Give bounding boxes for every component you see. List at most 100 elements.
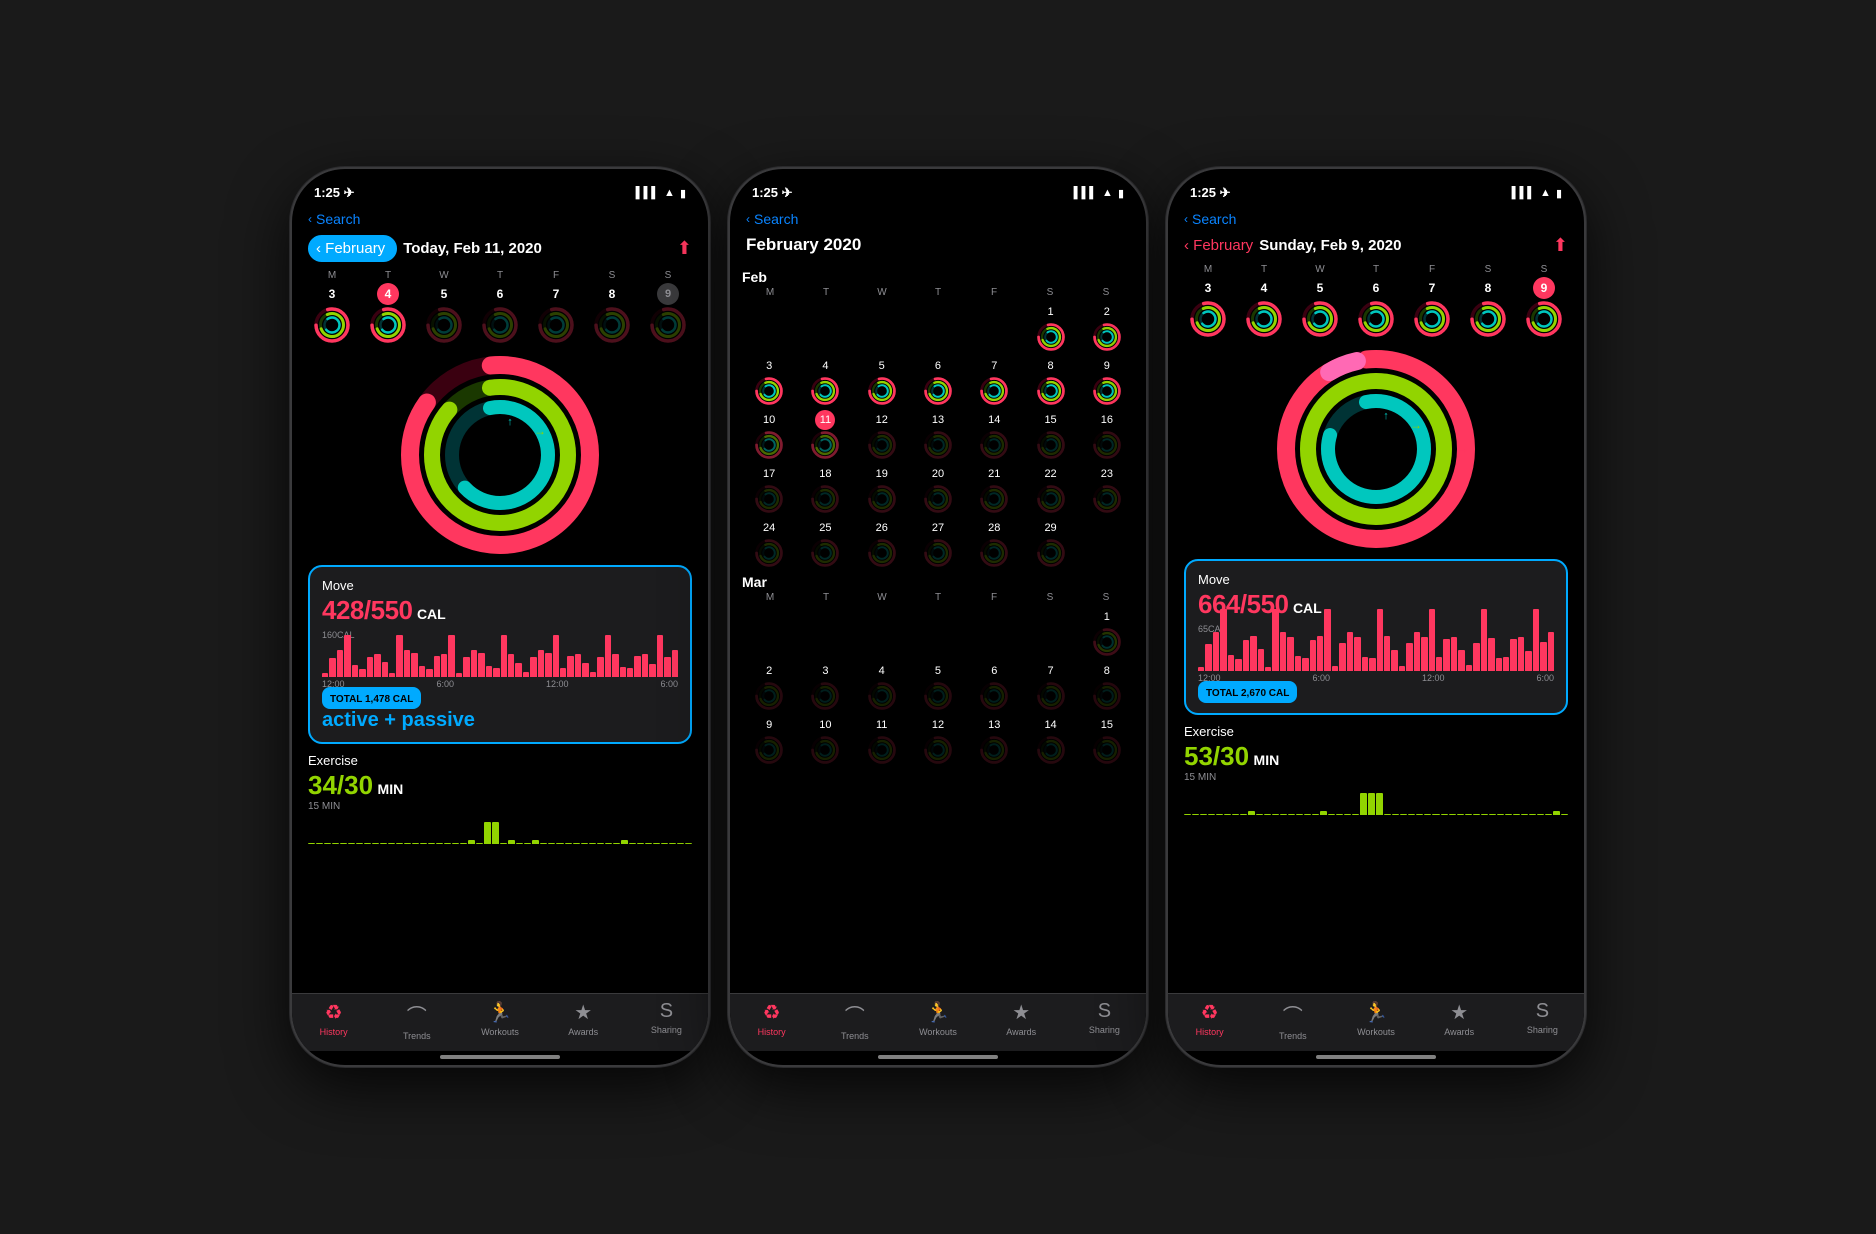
cal-cell[interactable]: 11: [798, 410, 852, 462]
cal-cell[interactable]: 2: [1080, 302, 1134, 354]
cal-cell[interactable]: 27: [911, 518, 965, 570]
tab-trends[interactable]: ⌒ Trends: [813, 1000, 896, 1041]
cal-cell[interactable]: 13: [967, 715, 1021, 767]
cal-cell[interactable]: 3: [798, 661, 852, 713]
cal-ring: [868, 377, 896, 405]
cal-cell[interactable]: 20: [911, 464, 965, 516]
day-col[interactable]: M 3: [1184, 264, 1232, 337]
cal-cell[interactable]: 28: [967, 518, 1021, 570]
cal-cell[interactable]: 8: [1080, 661, 1134, 713]
cal-ring: [1093, 682, 1121, 710]
day-col[interactable]: T 4: [1240, 264, 1288, 337]
cal-cell[interactable]: 1: [1080, 607, 1134, 659]
cal-cell[interactable]: 9: [742, 715, 796, 767]
share-button[interactable]: ⬆: [677, 238, 692, 259]
day-col[interactable]: S 9: [644, 270, 692, 343]
status-icons: ▌▌▌ ▲ ▮: [636, 187, 686, 200]
cal-cell[interactable]: 4: [798, 356, 852, 408]
cal-cell[interactable]: 6: [967, 661, 1021, 713]
search-button[interactable]: ‹ Search: [1184, 211, 1568, 227]
cal-cell[interactable]: 14: [1023, 715, 1077, 767]
cal-cell[interactable]: 15: [1080, 715, 1134, 767]
tab-label: Workouts: [1357, 1027, 1395, 1037]
cal-cell[interactable]: 21: [967, 464, 1021, 516]
cal-cell[interactable]: 1: [1023, 302, 1077, 354]
tab-icon-history: ♻: [1201, 1000, 1219, 1025]
cal-date: 17: [759, 464, 779, 484]
tab-sharing[interactable]: S Sharing: [1063, 1000, 1146, 1041]
cal-ring: [755, 539, 783, 567]
tab-workouts[interactable]: 🏃 Workouts: [896, 1000, 979, 1041]
cal-cell[interactable]: 24: [742, 518, 796, 570]
cal-cell[interactable]: 10: [798, 715, 852, 767]
cal-cell[interactable]: 5: [911, 661, 965, 713]
tab-awards[interactable]: ★ Awards: [980, 1000, 1063, 1041]
day-col[interactable]: W 5: [1296, 264, 1344, 337]
day-col[interactable]: S 8: [1464, 264, 1512, 337]
day-col[interactable]: W 5: [420, 270, 468, 343]
tab-sharing[interactable]: S Sharing: [625, 1000, 708, 1041]
tab-awards[interactable]: ★ Awards: [1418, 1000, 1501, 1041]
tab-icon-awards: ★: [1012, 1000, 1030, 1025]
cal-cell[interactable]: 7: [1023, 661, 1077, 713]
day-col[interactable]: T 6: [476, 270, 524, 343]
cal-cell[interactable]: 8: [1023, 356, 1077, 408]
cal-header: S: [1022, 287, 1078, 298]
cal-cell[interactable]: 19: [855, 464, 909, 516]
cal-cell[interactable]: 17: [742, 464, 796, 516]
cal-cell[interactable]: 23: [1080, 464, 1134, 516]
tab-trends[interactable]: ⌒ Trends: [375, 1000, 458, 1041]
day-col[interactable]: S 8: [588, 270, 636, 343]
cal-ring: [980, 377, 1008, 405]
tab-workouts[interactable]: 🏃 Workouts: [458, 1000, 541, 1041]
tab-icon-awards: ★: [574, 1000, 592, 1025]
search-button[interactable]: ‹ Search: [746, 211, 1130, 227]
tab-history[interactable]: ♻ History: [1168, 1000, 1251, 1041]
cal-cell: 0: [1023, 607, 1077, 659]
cal-cell[interactable]: 12: [911, 715, 965, 767]
status-bar: 1:25 ✈ ▌▌▌ ▲ ▮: [292, 169, 708, 209]
cal-ring: [1093, 628, 1121, 656]
search-button[interactable]: ‹ Search: [308, 211, 692, 227]
cal-cell[interactable]: 2: [742, 661, 796, 713]
cal-cell[interactable]: 16: [1080, 410, 1134, 462]
tab-workouts[interactable]: 🏃 Workouts: [1334, 1000, 1417, 1041]
cal-cell[interactable]: 22: [1023, 464, 1077, 516]
cal-cell[interactable]: 5: [855, 356, 909, 408]
back-button[interactable]: ‹ February: [1184, 237, 1253, 254]
cal-date: 7: [1041, 661, 1061, 681]
day-label: W: [439, 270, 448, 281]
cal-cell[interactable]: 4: [855, 661, 909, 713]
cal-cell[interactable]: 13: [911, 410, 965, 462]
cal-date: 5: [928, 661, 948, 681]
day-col[interactable]: M 3: [308, 270, 356, 343]
week-row: M 3 T 4 W 5 T 6: [292, 268, 708, 345]
tab-trends[interactable]: ⌒ Trends: [1251, 1000, 1334, 1041]
cal-cell[interactable]: 12: [855, 410, 909, 462]
cal-cell[interactable]: 11: [855, 715, 909, 767]
tab-icon-workouts: 🏃: [1364, 1000, 1389, 1025]
cal-cell[interactable]: 15: [1023, 410, 1077, 462]
cal-cell[interactable]: 6: [911, 356, 965, 408]
cal-cell[interactable]: 25: [798, 518, 852, 570]
day-col[interactable]: S 9: [1520, 264, 1568, 337]
tab-history[interactable]: ♻ History: [730, 1000, 813, 1041]
tab-awards[interactable]: ★ Awards: [542, 1000, 625, 1041]
day-number: 7: [545, 283, 567, 305]
cal-cell[interactable]: 18: [798, 464, 852, 516]
cal-cell[interactable]: 3: [742, 356, 796, 408]
day-col[interactable]: T 6: [1352, 264, 1400, 337]
share-button[interactable]: ⬆: [1553, 235, 1568, 256]
tab-history[interactable]: ♻ History: [292, 1000, 375, 1041]
day-col[interactable]: F 7: [532, 270, 580, 343]
cal-cell[interactable]: 7: [967, 356, 1021, 408]
cal-cell[interactable]: 14: [967, 410, 1021, 462]
cal-cell[interactable]: 29: [1023, 518, 1077, 570]
cal-cell[interactable]: 9: [1080, 356, 1134, 408]
cal-cell[interactable]: 26: [855, 518, 909, 570]
day-col[interactable]: T 4: [364, 270, 412, 343]
day-col[interactable]: F 7: [1408, 264, 1456, 337]
cal-cell[interactable]: 10: [742, 410, 796, 462]
tab-sharing[interactable]: S Sharing: [1501, 1000, 1584, 1041]
back-button[interactable]: ‹ February: [308, 235, 397, 262]
